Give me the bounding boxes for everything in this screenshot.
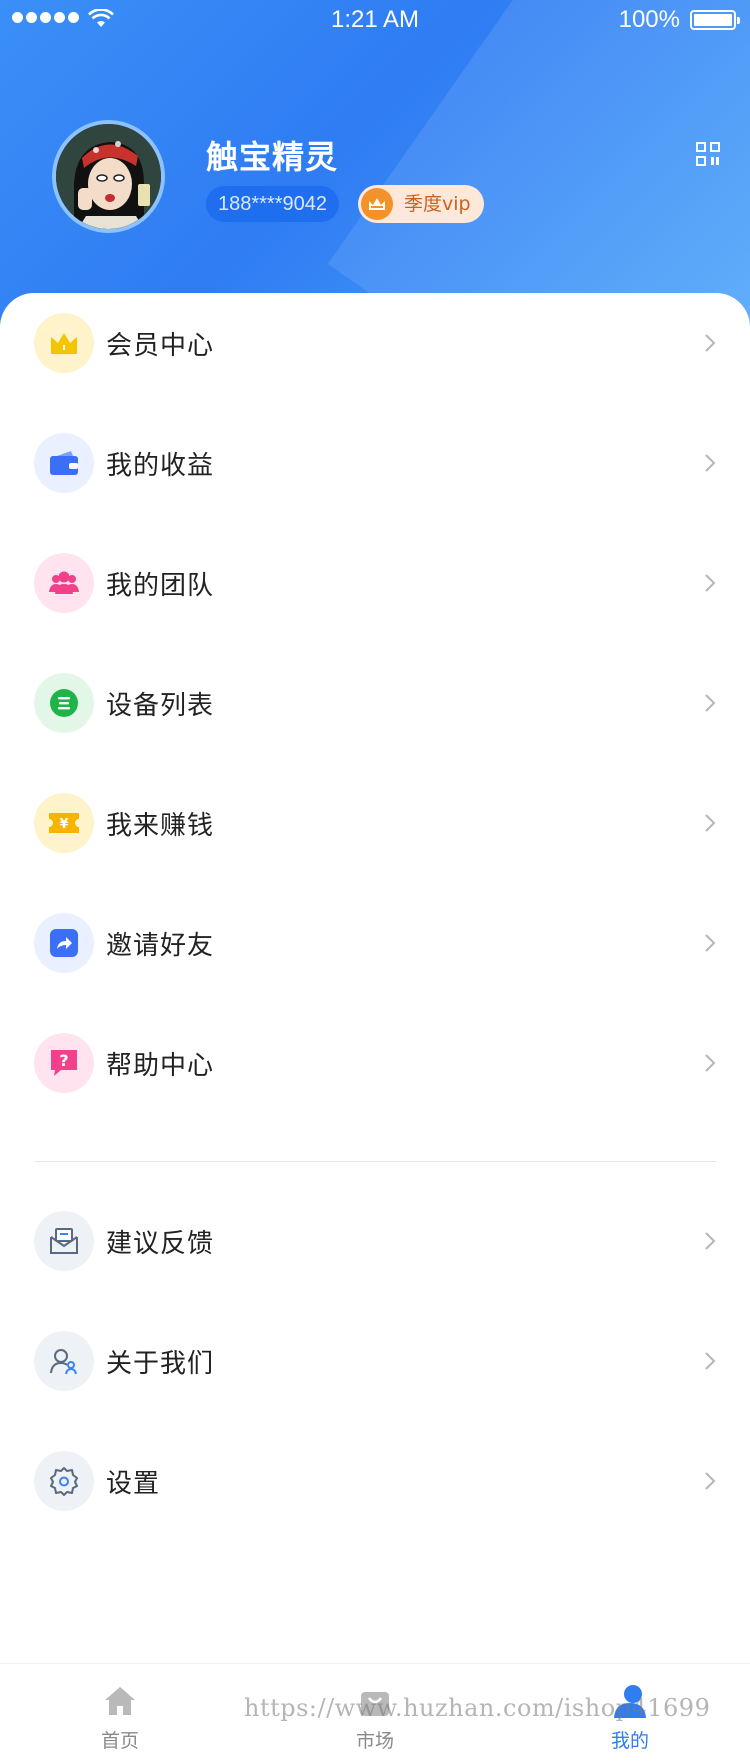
chevron-right-icon [705,334,716,352]
chevron-right-icon [705,1232,716,1250]
menu-item-member-center[interactable]: 会员中心 [0,293,750,393]
crown-icon [51,333,77,354]
team-icon [49,571,79,594]
profile-header: 1:21 AM 100% 触宝精灵 188****9042 季度vip [0,0,750,330]
menu-card: 会员中心 我的收益 我的团队 设备列表 ¥ 我来赚钱 邀请好友 ? 帮助中心 建… [0,293,750,1663]
menu-item-feedback[interactable]: 建议反馈 [0,1191,750,1291]
chevron-right-icon [705,1472,716,1490]
menu-label: 关于我们 [106,1349,215,1379]
help-icon: ? [51,1050,77,1076]
tab-market-label: 市场 [355,1730,394,1752]
avatar-illustration [56,124,161,229]
menu-item-earn-money[interactable]: ¥ 我来赚钱 [0,773,750,873]
menu-label: 我的团队 [106,571,215,601]
watermark-text: https://www.huzhan.com/ishop41699 [244,1694,711,1722]
team-icon-bg [34,553,94,613]
device-list-icon [50,689,78,717]
invite-icon-bg [34,913,94,973]
vip-label: 季度vip [404,193,471,215]
status-bar: 1:21 AM 100% [0,0,750,40]
about-icon [50,1349,77,1375]
coupon-icon: ¥ [49,813,79,833]
header-decoration [327,0,750,330]
earn-money-icon-bg: ¥ [34,793,94,853]
tab-home[interactable]: 首页 [60,1664,180,1761]
chevron-right-icon [705,574,716,592]
menu-item-invite-friends[interactable]: 邀请好友 [0,893,750,993]
about-icon-bg [34,1331,94,1391]
menu-label: 设置 [106,1469,161,1499]
menu-label: 会员中心 [106,331,215,361]
settings-icon [50,1467,78,1496]
chevron-right-icon [705,694,716,712]
chevron-right-icon [705,1054,716,1072]
menu-item-about-us[interactable]: 关于我们 [0,1311,750,1411]
menu-label: 帮助中心 [106,1051,215,1081]
chevron-right-icon [705,454,716,472]
home-icon [105,1687,135,1715]
qr-code-icon[interactable] [696,142,720,166]
help-icon-bg: ? [34,1033,94,1093]
feedback-icon [50,1228,78,1254]
phone-number-badge: 188****9042 [206,186,339,222]
menu-item-help-center[interactable]: ? 帮助中心 [0,1013,750,1113]
menu-label: 我来赚钱 [106,811,215,841]
svg-text:¥: ¥ [59,817,68,832]
vip-badge[interactable]: 季度vip [358,185,484,223]
crown-icon [361,188,393,220]
menu-label: 我的收益 [106,451,215,481]
tab-home-label: 首页 [100,1730,139,1752]
settings-icon-bg [34,1451,94,1511]
earnings-icon-bg [34,433,94,493]
wallet-icon [50,451,78,475]
menu-label: 建议反馈 [106,1229,215,1259]
battery-icon [690,10,740,30]
section-divider [34,1161,716,1162]
share-icon [50,929,78,957]
avatar[interactable] [52,120,165,233]
feedback-icon-bg [34,1211,94,1271]
svg-text:?: ? [59,1051,68,1070]
username: 触宝精灵 [206,138,339,176]
menu-item-my-earnings[interactable]: 我的收益 [0,413,750,513]
menu-item-device-list[interactable]: 设备列表 [0,653,750,753]
menu-label: 设备列表 [106,691,215,721]
menu-label: 邀请好友 [106,931,215,961]
device-list-icon-bg [34,673,94,733]
chevron-right-icon [705,1352,716,1370]
menu-item-settings[interactable]: 设置 [0,1431,750,1531]
tab-mine-label: 我的 [610,1730,649,1752]
menu-item-my-team[interactable]: 我的团队 [0,533,750,633]
member-center-icon-bg [34,313,94,373]
chevron-right-icon [705,814,716,832]
chevron-right-icon [705,934,716,952]
battery-percent: 100% [618,6,680,33]
